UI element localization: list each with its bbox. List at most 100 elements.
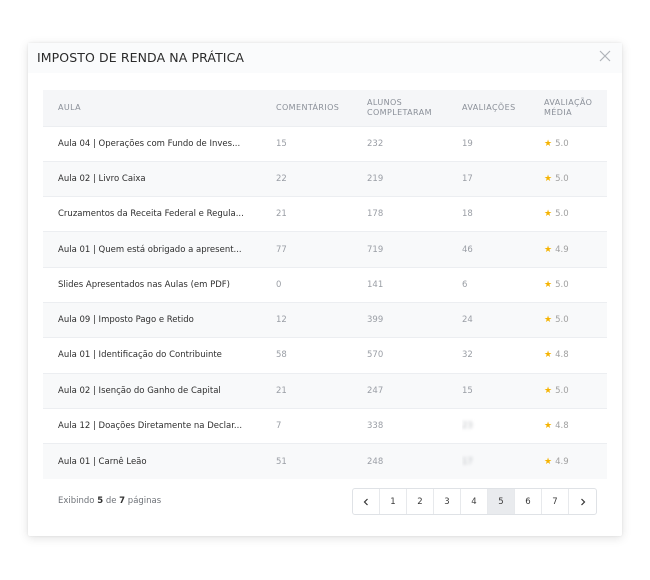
chevron-left-icon [363, 498, 368, 505]
students-completed: 178 [367, 209, 384, 220]
average-rating: ★ 4.8 [544, 338, 607, 373]
students-completed: 232 [367, 138, 384, 149]
lesson-title[interactable]: Slides Apresentados nas Aulas (em PDF) [43, 267, 276, 302]
lesson-title[interactable]: Aula 04 | Operações com Fundo de Inves..… [43, 126, 276, 161]
lesson-title[interactable]: Aula 01 | Identificação do Contribuinte [43, 338, 276, 373]
star-icon: ★ [544, 209, 553, 220]
ratings-count: 32 [462, 338, 544, 373]
page-button-6[interactable]: 6 [515, 489, 542, 514]
students-completed: 719 [367, 244, 384, 255]
table-row: Aula 01 | Quem está obrigado a apresent.… [43, 231, 607, 268]
average-rating-value: 4.8 [555, 421, 569, 432]
header-media[interactable]: AVALIAÇÃO MÉDIA [544, 90, 607, 126]
header-avaliacoes[interactable]: AVALIAÇÕES [462, 90, 544, 126]
ratings-count: 24 [462, 302, 544, 337]
next-page-button[interactable] [569, 489, 596, 514]
lesson-title[interactable]: Aula 02 | Livro Caixa [43, 161, 276, 196]
ratings-count-value: 19 [462, 138, 473, 149]
comments-count: 77 [276, 244, 287, 255]
page-button-4[interactable]: 4 [461, 489, 488, 514]
average-rating-value: 5.0 [555, 385, 569, 396]
ratings-count-value: 17 [462, 173, 473, 184]
comments-count: 58 [276, 350, 287, 361]
lesson-title[interactable]: Aula 12 | Doações Diretamente na Declar.… [43, 408, 276, 443]
header-alunos[interactable]: ALUNOS COMPLETARAM [367, 90, 462, 126]
ratings-count: 15 [462, 373, 544, 408]
table-row: Slides Apresentados nas Aulas (em PDF) 0 1… [43, 267, 607, 302]
page-button-2[interactable]: 2 [407, 489, 434, 514]
average-rating-value: 5.0 [555, 138, 569, 149]
average-rating-value: 4.9 [555, 244, 569, 255]
ratings-count: 18 [462, 197, 544, 232]
average-rating: ★ 5.0 [544, 373, 607, 408]
average-rating: ★ 5.0 [544, 197, 607, 232]
ratings-count: 19 [462, 126, 544, 161]
table-row: Aula 02 | Livro Caixa 22 219 17 ★ 5.0 [43, 161, 607, 197]
comments-count: 0 [276, 279, 282, 290]
modal-header: IMPOSTO DE RENDA NA PRÁTICA [28, 43, 622, 73]
page-button-1[interactable]: 1 [380, 489, 407, 514]
lesson-title[interactable]: Aula 01 | Quem está obrigado a apresent.… [43, 232, 276, 267]
header-media-line2: MÉDIA [544, 107, 572, 117]
average-rating: ★ 5.0 [544, 302, 607, 337]
star-icon: ★ [544, 138, 553, 149]
ratings-count: 46 [462, 232, 544, 267]
ratings-count-value: 23 [462, 421, 473, 432]
modal-title: IMPOSTO DE RENDA NA PRÁTICA [37, 50, 245, 65]
table-row: Aula 01 | Identificação do Contribuinte 5… [43, 337, 607, 373]
students-completed: 399 [367, 315, 384, 326]
students-completed: 141 [367, 279, 384, 290]
prev-page-button[interactable] [353, 489, 380, 514]
average-rating-value: 4.9 [555, 456, 569, 467]
pagination-total-pages: 7 [119, 496, 126, 506]
star-icon: ★ [544, 279, 553, 290]
lesson-title[interactable]: Aula 09 | Imposto Pago e Retido [43, 302, 276, 337]
star-icon: ★ [544, 173, 553, 184]
pagination-info-mid: de [105, 496, 117, 506]
average-rating: ★ 4.9 [544, 232, 607, 267]
comments-count: 7 [276, 421, 282, 432]
star-icon: ★ [544, 244, 553, 255]
students-completed: 247 [367, 385, 384, 396]
ratings-count-value: 6 [462, 279, 468, 290]
page-button-3[interactable]: 3 [434, 489, 461, 514]
header-alunos-line1: ALUNOS [367, 97, 403, 107]
page-button-7[interactable]: 7 [542, 489, 569, 514]
ratings-count-value: 18 [462, 209, 473, 220]
average-rating: ★ 5.0 [544, 126, 607, 161]
comments-count: 12 [276, 315, 287, 326]
average-rating-value: 5.0 [555, 173, 569, 184]
table-row: Aula 01 | Carnê Leão 51 248 17 ★ 4.9 [43, 443, 607, 479]
lesson-title[interactable]: Aula 02 | Isenção do Ganho de Capital [43, 373, 276, 408]
table-row: Cruzamentos da Receita Federal e Regula.… [43, 196, 607, 232]
page-button-5[interactable]: 5 [488, 489, 515, 514]
comments-count: 21 [276, 209, 287, 220]
average-rating: ★ 4.9 [544, 444, 607, 479]
table-row: Aula 12 | Doações Diretamente na Declar.… [43, 408, 607, 443]
lesson-title[interactable]: Aula 01 | Carnê Leão [43, 444, 276, 479]
ratings-count-value: 15 [462, 385, 473, 396]
ratings-count: 6 [462, 267, 544, 302]
comments-count: 51 [276, 456, 287, 467]
pagination: 1234567 [352, 488, 597, 515]
ratings-count: 23 [462, 408, 544, 443]
lesson-title[interactable]: Cruzamentos da Receita Federal e Regula.… [43, 197, 276, 232]
header-comentarios[interactable]: COMENTÁRIOS [276, 90, 367, 126]
header-aula[interactable]: AULA [43, 90, 276, 126]
close-icon [599, 50, 611, 62]
comments-count: 15 [276, 138, 287, 149]
ratings-count: 17 [462, 444, 544, 479]
ratings-count: 17 [462, 161, 544, 196]
ratings-count-value: 46 [462, 244, 473, 255]
table-row: Aula 02 | Isenção do Ganho de Capital 21 2… [43, 373, 607, 409]
students-completed: 248 [367, 456, 384, 467]
star-icon: ★ [544, 350, 553, 361]
close-button[interactable] [597, 48, 613, 64]
chevron-right-icon [580, 498, 585, 505]
table-row: Aula 09 | Imposto Pago e Retido 12 399 24 ★ 5… [43, 302, 607, 338]
star-icon: ★ [544, 315, 553, 326]
comments-count: 22 [276, 173, 287, 184]
ratings-count-value: 24 [462, 315, 473, 326]
pagination-info: Exibindo 5 de 7 páginas [58, 496, 161, 506]
table-row: Aula 04 | Operações com Fundo de Inves..… [43, 126, 607, 161]
